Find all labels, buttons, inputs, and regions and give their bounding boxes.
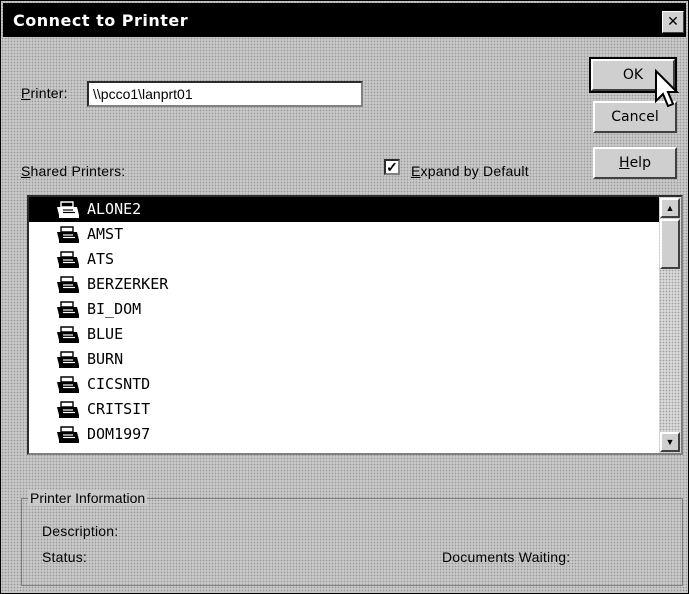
printer-icon — [57, 326, 79, 343]
printer-information-legend: Printer Information — [28, 490, 148, 506]
printer-icon — [57, 426, 79, 443]
printer-list-item[interactable]: BERZERKER — [29, 272, 659, 297]
scroll-down-button[interactable]: ▼ — [660, 432, 680, 452]
printer-icon — [57, 401, 79, 418]
expand-by-default-label[interactable]: Expand by Default — [411, 163, 529, 179]
printer-name: CICSNTD — [87, 375, 151, 393]
documents-waiting-label: Documents Waiting: — [442, 549, 571, 565]
printer-list-item[interactable]: CRITSIT — [29, 397, 659, 422]
printer-icon — [57, 251, 79, 268]
scroll-thumb[interactable] — [660, 219, 680, 269]
printer-list-item[interactable]: BLUE — [29, 322, 659, 347]
close-icon: ✕ — [667, 14, 679, 30]
printer-name: ALONE2 — [87, 200, 142, 218]
shared-printers-label: Shared Printers: — [21, 163, 126, 179]
printer-list-item[interactable]: DOM1997 — [29, 422, 659, 447]
close-button[interactable]: ✕ — [662, 11, 684, 33]
printer-list-item[interactable]: CICSNTD — [29, 372, 659, 397]
help-button[interactable]: Help — [593, 147, 677, 179]
printer-name: BI_DOM — [87, 300, 142, 318]
printer-icon — [57, 376, 79, 393]
dialog-title: Connect to Printer — [13, 11, 189, 30]
arrow-down-icon: ▼ — [665, 437, 675, 447]
printer-list-item[interactable]: AMST — [29, 222, 659, 247]
scroll-up-button[interactable]: ▲ — [660, 198, 680, 218]
title-bar[interactable]: Connect to Printer ✕ — [3, 3, 686, 37]
printer-icon — [57, 226, 79, 243]
printer-icon — [57, 301, 79, 318]
printer-name: DOM1997 — [87, 425, 151, 443]
printer-information-group: Printer Information Description: Status:… — [21, 490, 683, 586]
checkmark-icon: ✓ — [386, 159, 398, 175]
printer-name: BURN — [87, 350, 124, 368]
arrow-up-icon: ▲ — [665, 203, 675, 213]
mouse-pointer-icon — [655, 69, 680, 108]
shared-printers-list[interactable]: ALONE2 AMST ATS BERZERKER BI_DOM BLUE BURN CICS… — [27, 195, 683, 455]
printer-name: CRITSIT — [87, 400, 151, 418]
printer-icon — [57, 201, 79, 218]
status-label: Status: — [42, 549, 87, 565]
printer-name: BERZERKER — [87, 275, 169, 293]
printer-name: BLUE — [87, 325, 124, 343]
printer-name: AMST — [87, 225, 124, 243]
vertical-scrollbar[interactable]: ▲ ▼ — [659, 197, 681, 453]
printer-list-item[interactable]: BURN — [29, 347, 659, 372]
description-label: Description: — [42, 523, 119, 539]
printer-icon — [57, 351, 79, 368]
printer-icon — [57, 276, 79, 293]
printer-list-items: ALONE2 AMST ATS BERZERKER BI_DOM BLUE BURN CICS… — [29, 197, 659, 453]
printer-list-item[interactable]: BI_DOM — [29, 297, 659, 322]
expand-by-default-checkbox[interactable]: ✓ — [384, 159, 400, 175]
printer-list-item[interactable]: ATS — [29, 247, 659, 272]
printer-list-item[interactable]: ALONE2 — [29, 197, 659, 222]
printer-path-input[interactable] — [87, 81, 363, 107]
connect-to-printer-dialog: Connect to Printer ✕ Printer: OK Cancel … — [0, 0, 689, 594]
printer-name: ATS — [87, 250, 115, 268]
printer-label: Printer: — [21, 85, 68, 101]
